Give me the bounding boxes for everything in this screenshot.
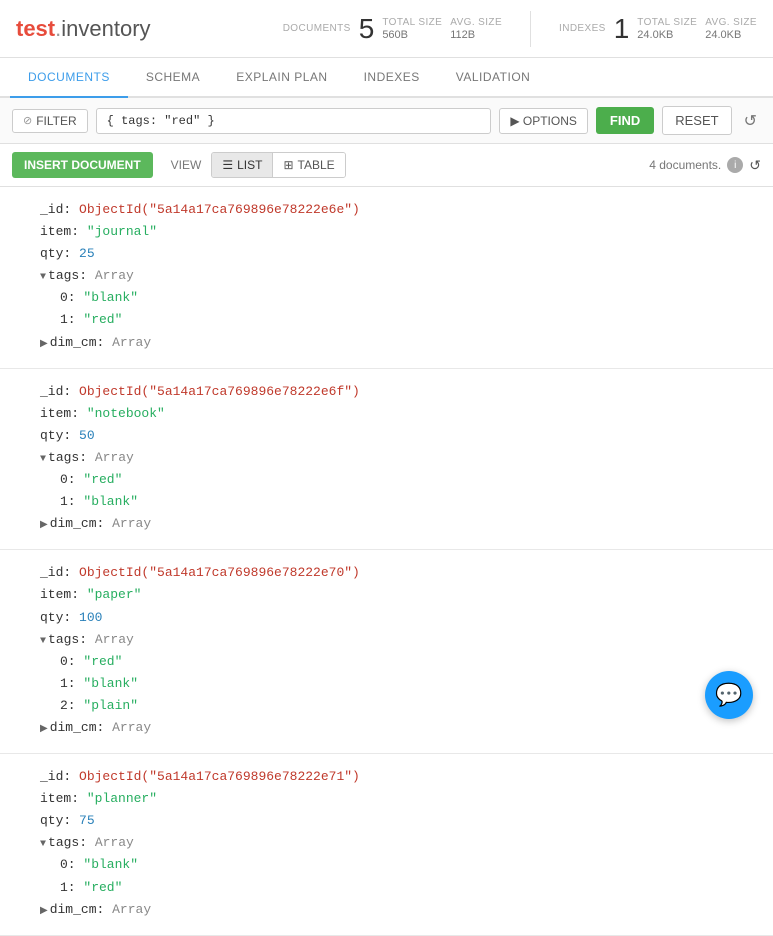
reset-button[interactable]: RESET [662,106,731,135]
tab-validation[interactable]: VALIDATION [438,58,549,98]
avg-size-label: AVG. SIZE [450,17,502,28]
table-label: TABLE [298,158,335,172]
history-button[interactable]: ↺ [740,107,761,135]
tab-documents[interactable]: DOCUMENTS [10,58,128,98]
logo: test.inventory [16,16,151,42]
tabs: DOCUMENTS SCHEMA EXPLAIN PLAN INDEXES VA… [0,58,773,98]
chat-icon: 💬 [715,682,742,708]
document-count: 4 documents. i ↺ [649,157,761,174]
table-row: _id: ObjectId("5a14a17ca769896e78222e71"… [0,754,773,936]
indexes-label: INDEXES [559,23,606,34]
list-icon: ☰ [222,158,233,172]
table-row: _id: ObjectId("5a14a17ca769896e78222e6f"… [0,369,773,551]
field-dimcm-4[interactable]: ▶dim_cm: Array [20,899,753,921]
indexes-avg-size-label: AVG. SIZE [705,17,757,28]
toolbar: INSERT DOCUMENT VIEW ☰ LIST ⊞ TABLE 4 do… [0,144,773,187]
indexes-stat: INDEXES 1 TOTAL SIZE 24.0KB AVG. SIZE 24… [559,13,757,45]
logo-inventory: inventory [61,16,150,41]
insert-document-button[interactable]: INSERT DOCUMENT [12,152,153,178]
options-label: ▶ OPTIONS [510,114,577,128]
field-tags-0-2: 0: "red" [20,469,753,491]
field-id-4: _id: ObjectId("5a14a17ca769896e78222e71"… [20,766,753,788]
field-tags-0-1: 0: "blank" [20,287,753,309]
view-label: VIEW [171,158,202,172]
documents-label: DOCUMENTS [283,23,351,34]
field-item-2: item: "notebook" [20,403,753,425]
indexes-count: 1 [614,13,630,45]
field-tags-0-4: 0: "blank" [20,854,753,876]
field-dimcm-1[interactable]: ▶dim_cm: Array [20,332,753,354]
doc-count-text: 4 documents. [649,158,721,172]
logo-test: test [16,16,55,41]
field-tags-toggle-1[interactable]: ▼tags: Array [20,265,753,287]
field-dimcm-3[interactable]: ▶dim_cm: Array [20,717,753,739]
field-item-3: item: "paper" [20,584,753,606]
field-tags-1-2: 1: "blank" [20,491,753,513]
field-dimcm-2[interactable]: ▶dim_cm: Array [20,513,753,535]
field-item-4: item: "planner" [20,788,753,810]
field-tags-2-3: 2: "plain" [20,695,753,717]
documents-sizes: TOTAL SIZE 560B [382,17,442,41]
indexes-avg-size: 24.0KB [705,29,757,41]
filter-icon: ⊘ [23,114,32,127]
field-item-1: item: "journal" [20,221,753,243]
field-tags-toggle-3[interactable]: ▼tags: Array [20,629,753,651]
table-row: _id: ObjectId("5a14a17ca769896e78222e70"… [0,550,773,754]
documents-avg-size: 112B [450,29,502,41]
field-qty-2: qty: 50 [20,425,753,447]
field-tags-1-4: 1: "red" [20,877,753,899]
field-tags-toggle-2[interactable]: ▼tags: Array [20,447,753,469]
field-id-3: _id: ObjectId("5a14a17ca769896e78222e70"… [20,562,753,584]
table-view-button[interactable]: ⊞ TABLE [273,153,344,177]
view-toggle: ☰ LIST ⊞ TABLE [211,152,345,178]
table-icon: ⊞ [283,158,293,172]
field-tags-toggle-4[interactable]: ▼tags: Array [20,832,753,854]
filter-label: FILTER [36,114,76,128]
field-id-2: _id: ObjectId("5a14a17ca769896e78222e6f"… [20,381,753,403]
total-size-label: TOTAL SIZE [382,17,442,28]
field-id-1: _id: ObjectId("5a14a17ca769896e78222e6e"… [20,199,753,221]
header: test.inventory DOCUMENTS 5 TOTAL SIZE 56… [0,0,773,58]
find-button[interactable]: FIND [596,107,654,134]
documents-avg: AVG. SIZE 112B [450,17,502,41]
field-qty-1: qty: 25 [20,243,753,265]
indexes-sizes: TOTAL SIZE 24.0KB [637,17,697,41]
filter-bar: ⊘ FILTER ▶ OPTIONS FIND RESET ↺ [0,98,773,144]
field-tags-1-1: 1: "red" [20,309,753,331]
table-row: _id: ObjectId("5a14a17ca769896e78222e6e"… [0,187,773,369]
field-qty-3: qty: 100 [20,607,753,629]
filter-input[interactable] [96,108,492,134]
refresh-icon[interactable]: ↺ [749,157,761,174]
field-tags-1-3: 1: "blank" [20,673,753,695]
options-button[interactable]: ▶ OPTIONS [499,108,588,134]
chat-bubble[interactable]: 💬 [705,671,753,719]
list-view-button[interactable]: ☰ LIST [212,153,273,177]
field-tags-0-3: 0: "red" [20,651,753,673]
tab-explain-plan[interactable]: EXPLAIN PLAN [218,58,345,98]
filter-button[interactable]: ⊘ FILTER [12,109,88,133]
documents-count: 5 [359,13,375,45]
tab-indexes[interactable]: INDEXES [346,58,438,98]
list-label: LIST [237,158,262,172]
field-qty-4: qty: 75 [20,810,753,832]
indexes-avg: AVG. SIZE 24.0KB [705,17,757,41]
documents-area: _id: ObjectId("5a14a17ca769896e78222e6e"… [0,187,773,936]
indexes-total-size-label: TOTAL SIZE [637,17,697,28]
header-divider [530,11,531,47]
info-icon[interactable]: i [727,157,743,173]
tab-schema[interactable]: SCHEMA [128,58,218,98]
indexes-total-size: 24.0KB [637,29,697,41]
documents-stat: DOCUMENTS 5 TOTAL SIZE 560B AVG. SIZE 11… [283,13,502,45]
header-stats: DOCUMENTS 5 TOTAL SIZE 560B AVG. SIZE 11… [283,11,757,47]
documents-total-size: 560B [382,29,442,41]
